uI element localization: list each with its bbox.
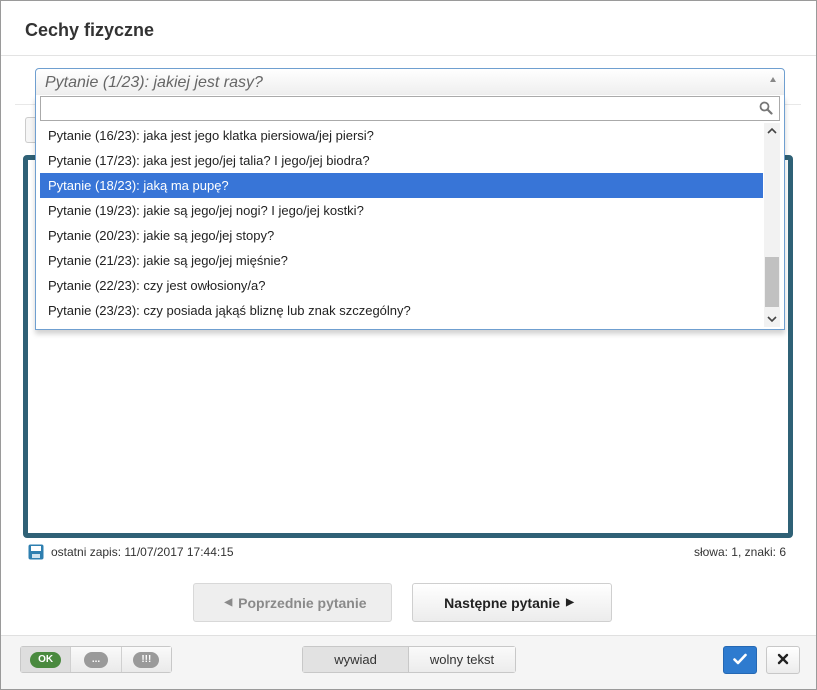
dropdown-option-highlighted[interactable]: Pytanie (18/23): jaką ma pupę? xyxy=(40,173,763,198)
mode-interview-button[interactable]: wywiad xyxy=(303,647,409,672)
dropdown-scrollbar[interactable] xyxy=(764,123,780,327)
dropdown-option[interactable]: Pytanie (19/23): jakie są jego/jej nogi?… xyxy=(40,198,763,223)
chevron-up-icon[interactable] xyxy=(764,123,780,139)
chevron-down-icon[interactable] xyxy=(764,311,780,327)
dropdown-option[interactable]: Pytanie (21/23): jakie są jego/jej mięśn… xyxy=(40,248,763,273)
checkmark-icon xyxy=(733,653,747,668)
title-divider xyxy=(1,55,816,56)
confirm-button[interactable] xyxy=(723,646,757,674)
dropdown-options: Pytanie (16/23): jaka jest jego klatka p… xyxy=(40,123,763,327)
status-button-group: OK ... !!! xyxy=(20,646,172,673)
next-question-label: Następne pytanie xyxy=(444,594,561,611)
close-button[interactable] xyxy=(766,646,800,674)
caret-left-icon: ◀ xyxy=(224,597,233,608)
floppy-disk-icon xyxy=(28,544,44,563)
status-ok-label: OK xyxy=(30,651,62,668)
next-question-button[interactable]: Następne pytanie ▶ xyxy=(412,583,612,622)
dropdown-option[interactable]: Pytanie (23/23): czy posiada jąkąś blizn… xyxy=(40,298,763,323)
chevron-up-icon xyxy=(770,77,776,82)
dropdown-option[interactable]: Pytanie (17/23): jaka jest jego/jej tali… xyxy=(40,148,763,173)
last-save-text: ostatni zapis: 11/07/2017 17:44:15 xyxy=(51,545,234,559)
dropdown-search xyxy=(40,96,780,121)
status-ok-button[interactable]: OK xyxy=(21,647,72,672)
search-icon xyxy=(759,101,773,118)
word-char-count: słowa: 1, znaki: 6 xyxy=(693,545,786,559)
dropdown-option[interactable]: Pytanie (16/23): jaka jest jego klatka p… xyxy=(40,123,763,148)
dropdown-search-input[interactable] xyxy=(41,97,756,120)
status-important-button[interactable]: !!! xyxy=(121,647,171,672)
caret-right-icon: ▶ xyxy=(566,597,574,608)
dialog-window: Cechy fizyczne Pytanie (1/23): jakiej je… xyxy=(0,0,817,690)
dialog-footer: OK ... !!! wywiad wolny tekst xyxy=(1,635,816,689)
status-pending-label: ... xyxy=(83,651,109,668)
scrollbar-thumb[interactable] xyxy=(765,257,779,307)
previous-question-label: Poprzednie pytanie xyxy=(238,594,367,611)
status-important-label: !!! xyxy=(133,651,160,668)
previous-question-button[interactable]: ◀ Poprzednie pytanie xyxy=(193,583,392,622)
question-select-value: Pytanie (1/23): jakiej jest rasy? xyxy=(45,74,263,91)
question-select[interactable]: Pytanie (1/23): jakiej jest rasy? xyxy=(35,68,785,96)
mode-toggle: wywiad wolny tekst xyxy=(302,646,516,673)
question-dropdown: Pytanie (16/23): jaka jest jego klatka p… xyxy=(35,95,785,330)
status-pending-button[interactable]: ... xyxy=(71,647,122,672)
dropdown-option[interactable]: Pytanie (20/23): jakie są jego/jej stopy… xyxy=(40,223,763,248)
dialog-title: Cechy fizyczne xyxy=(25,20,155,40)
dropdown-option[interactable]: Pytanie (22/23): czy jest owłosiony/a? xyxy=(40,273,763,298)
mode-free-text-button[interactable]: wolny tekst xyxy=(409,647,515,672)
close-icon xyxy=(777,653,789,668)
